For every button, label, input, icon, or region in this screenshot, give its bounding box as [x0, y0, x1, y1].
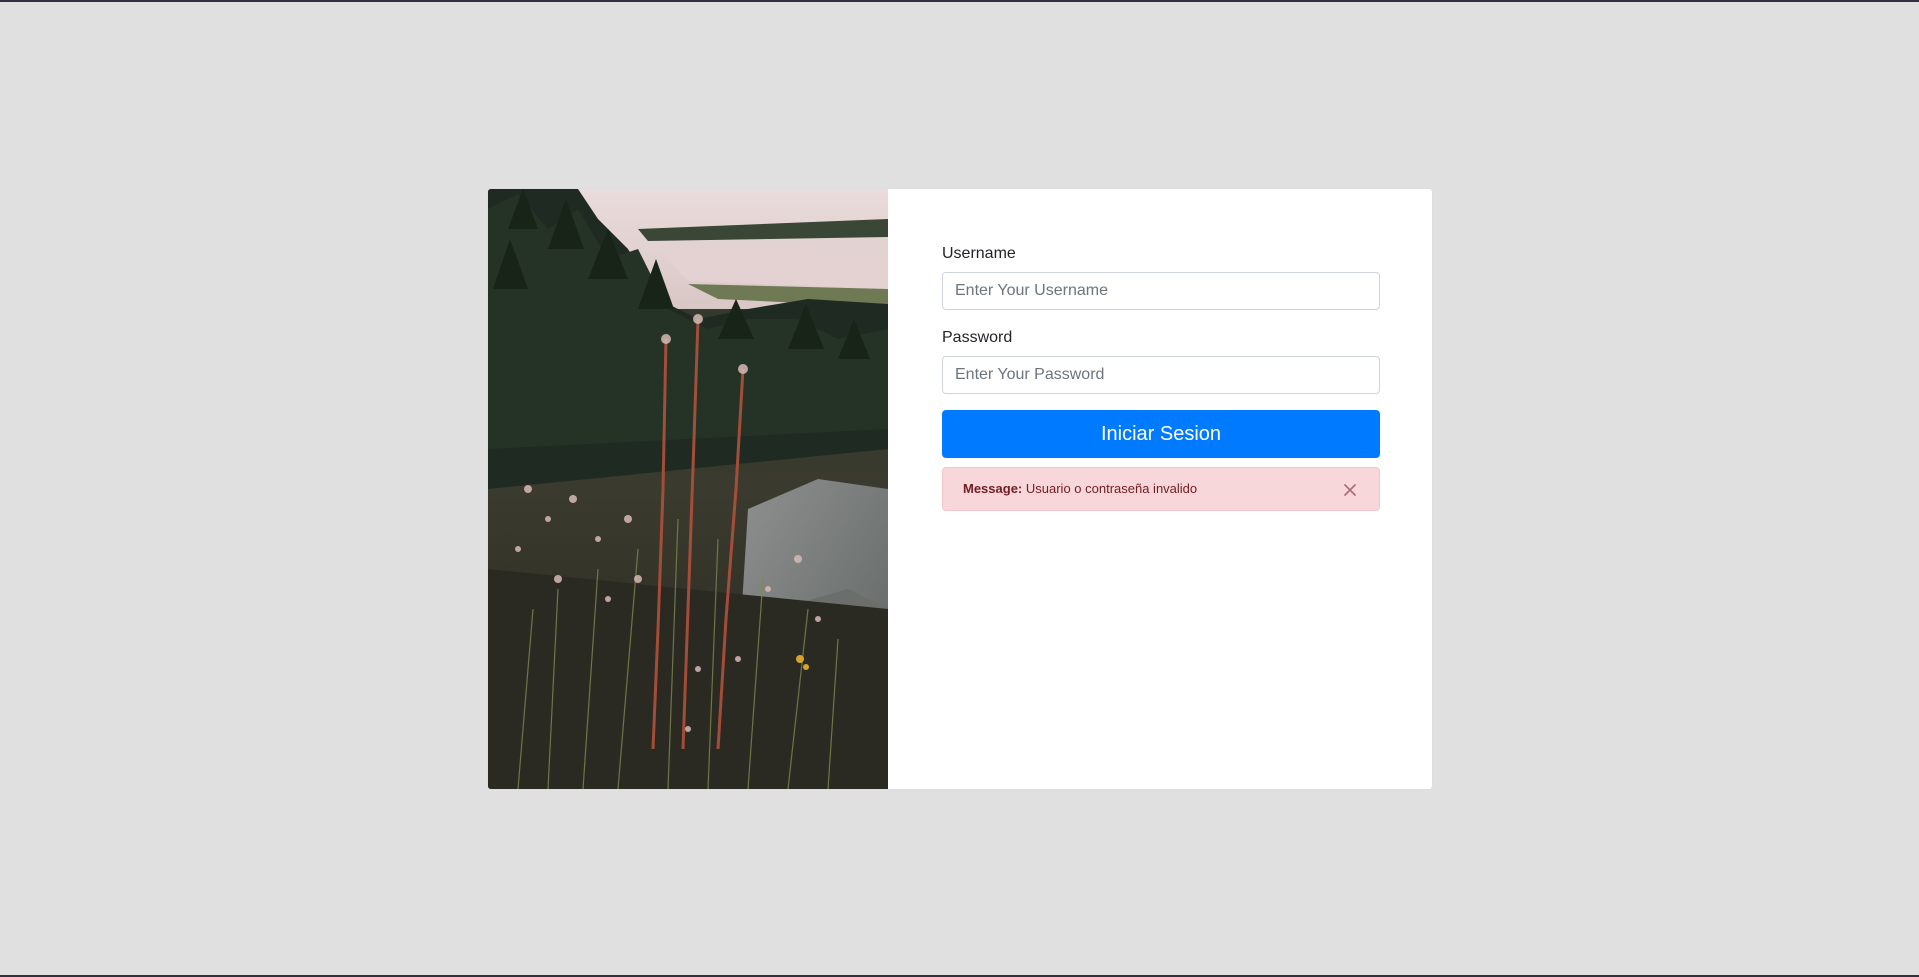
- username-group: Username: [942, 244, 1380, 310]
- login-form: Username Password Iniciar Sesion Message…: [942, 244, 1380, 511]
- username-input[interactable]: [942, 272, 1380, 310]
- window-top-border: [0, 0, 1919, 2]
- login-form-pane: Username Password Iniciar Sesion Message…: [888, 189, 1432, 789]
- error-alert: Message: Usuario o contraseña invalido: [942, 467, 1380, 511]
- password-input[interactable]: [942, 356, 1380, 394]
- password-group: Password: [942, 328, 1380, 394]
- login-card: Username Password Iniciar Sesion Message…: [488, 189, 1432, 789]
- password-label: Password: [942, 329, 1013, 346]
- login-button[interactable]: Iniciar Sesion: [942, 410, 1380, 458]
- username-label: Username: [942, 245, 1016, 262]
- alert-title: Message:: [963, 481, 1023, 496]
- close-icon: [1344, 484, 1356, 496]
- nature-photo: [488, 189, 888, 789]
- alert-message: Usuario o contraseña invalido: [1025, 481, 1198, 496]
- alert-close-button[interactable]: [1339, 479, 1361, 501]
